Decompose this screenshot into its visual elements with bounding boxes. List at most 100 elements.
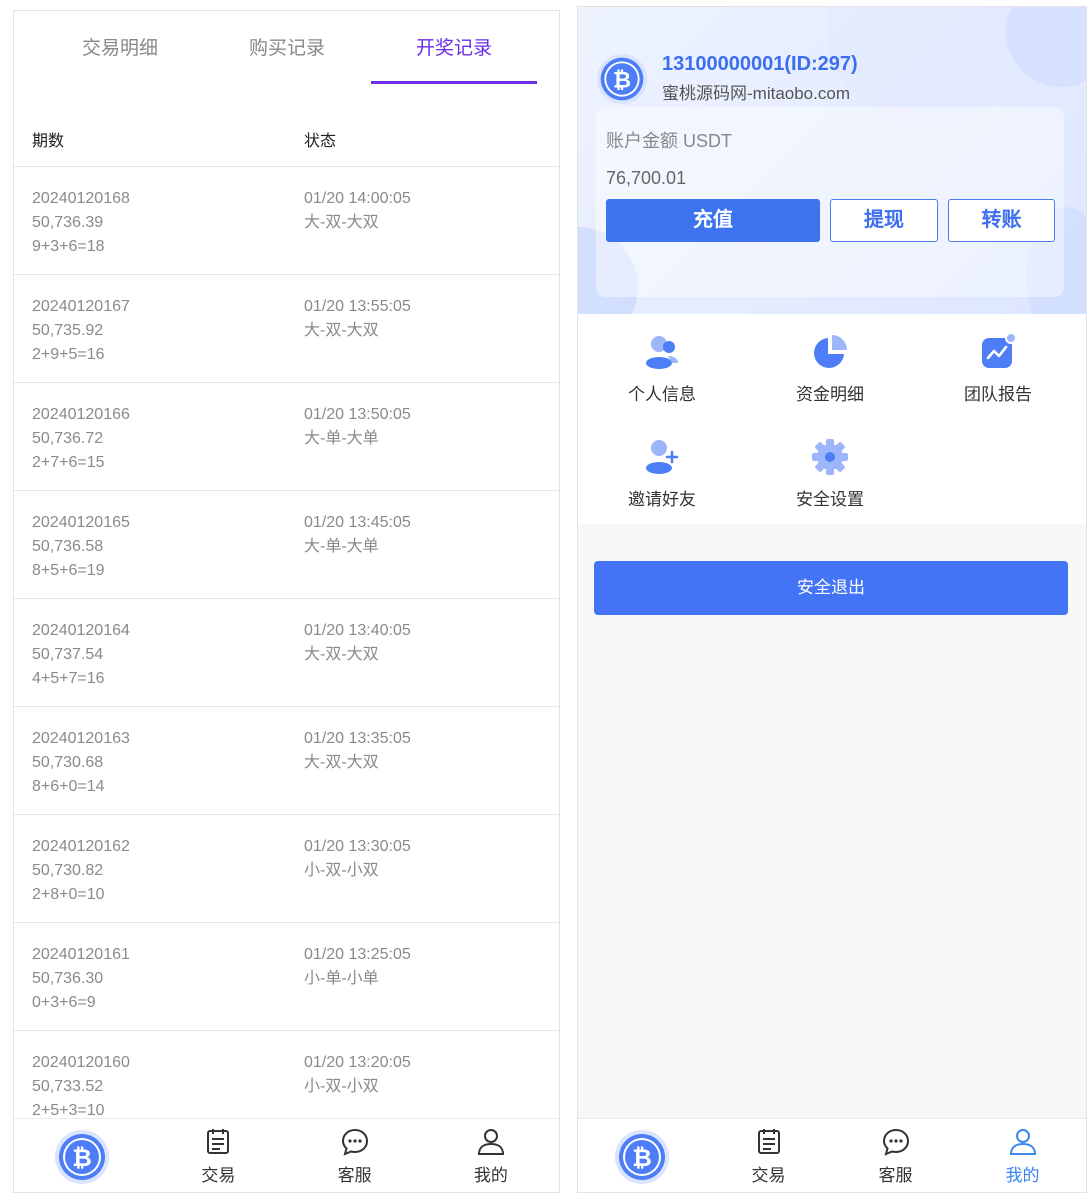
nav-trade-label: 交易: [201, 1166, 236, 1185]
draw-result: 小-双-小双: [304, 862, 379, 879]
table-row: 20240120165 50,736.58 8+5+6=19 01/20 13:45…: [14, 491, 559, 599]
period-number: 20240120162: [32, 838, 130, 855]
draw-result: 大-单-大单: [304, 430, 379, 447]
sum-formula: 2+7+6=15: [32, 454, 105, 471]
clipboard-icon: [757, 1129, 780, 1154]
period-number: 20240120163: [32, 730, 130, 747]
draw-result: 大-双-大双: [304, 322, 379, 339]
draw-result: 大-双-大双: [304, 646, 379, 663]
menu-team-report-label: 团队报告: [964, 385, 1032, 404]
nav-mine-label: 我的: [473, 1166, 508, 1185]
column-header-status: 状态: [304, 133, 337, 150]
draw-time: 01/20 13:45:05: [304, 514, 411, 531]
table-row: 20240120168 50,736.39 9+3+6=18 01/20 14:00…: [14, 167, 559, 275]
menu-security-settings-label: 安全设置: [796, 490, 864, 509]
menu-fund-details-label: 资金明细: [796, 385, 864, 404]
menu-invite-friends-label: 邀请好友: [628, 490, 696, 509]
user-site: 蜜桃源码网-mitaobo.com: [662, 84, 850, 103]
table-row: 20240120162 50,730.82 2+8+0=10 01/20 13:30…: [14, 815, 559, 923]
sum-formula: 2+8+0=10: [32, 886, 105, 903]
nav-trade[interactable]: 交易: [705, 1119, 832, 1192]
profile-panel: ₿ 13100000001(ID:297) 蜜桃源码网-mitaobo.com …: [577, 6, 1087, 1193]
draw-time: 01/20 13:20:05: [304, 1054, 411, 1071]
nav-home[interactable]: ₿: [14, 1119, 150, 1192]
draw-result: 大-单-大单: [304, 538, 379, 555]
person-icon: [477, 1129, 504, 1155]
add-user-icon: [646, 440, 679, 474]
trend-report-icon: [982, 332, 1017, 368]
transfer-button[interactable]: 转账: [948, 199, 1055, 242]
price-value: 50,736.72: [32, 430, 104, 447]
draw-result: 大-双-大双: [304, 754, 379, 771]
table-row: 20240120163 50,730.68 8+6+0=14 01/20 13:35…: [14, 707, 559, 815]
period-number: 20240120167: [32, 298, 130, 315]
draw-result: 小-单-小单: [304, 970, 379, 987]
nav-mine[interactable]: 我的: [959, 1119, 1086, 1192]
nav-service-label: 客服: [337, 1166, 372, 1185]
menu-fund-details[interactable]: 资金明细: [746, 314, 914, 414]
gear-icon: [812, 439, 848, 475]
price-value: 50,730.68: [32, 754, 104, 771]
function-menu: 个人信息 资金明细 团队报告 邀请好友 安全设置: [578, 314, 1086, 524]
tab-purchase-records[interactable]: 购买记录: [204, 33, 370, 60]
price-value: 50,736.39: [32, 214, 104, 231]
draw-time: 01/20 13:25:05: [304, 946, 411, 963]
svg-text:₿: ₿: [72, 1144, 92, 1172]
sum-formula: 2+9+5=16: [32, 346, 105, 363]
avatar: ₿: [596, 53, 648, 105]
table-row: 20240120167 50,735.92 2+9+5=16 01/20 13:55…: [14, 275, 559, 383]
bitcoin-logo-icon: ₿: [614, 1130, 669, 1184]
draw-time: 01/20 13:55:05: [304, 298, 411, 315]
bottom-nav: ₿ 交易 客服 我的: [14, 1118, 559, 1192]
nav-mine[interactable]: 我的: [423, 1119, 559, 1192]
table-row: 20240120164 50,737.54 4+5+7=16 01/20 13:40…: [14, 599, 559, 707]
draw-time: 01/20 13:35:05: [304, 730, 411, 747]
tab-transaction-details[interactable]: 交易明细: [37, 33, 203, 60]
account-balance-value: 76,700.01: [606, 168, 687, 188]
draw-result: 大-双-大双: [304, 214, 379, 231]
bitcoin-logo-icon: ₿: [55, 1130, 110, 1184]
records-list: 20240120168 50,736.39 9+3+6=18 01/20 14:00…: [14, 167, 559, 1139]
nav-mine-label: 我的: [1005, 1166, 1040, 1185]
bottom-nav: ₿ 交易 客服 我的: [578, 1118, 1086, 1192]
withdraw-button[interactable]: 提现: [830, 199, 938, 242]
menu-invite-friends[interactable]: 邀请好友: [578, 419, 746, 519]
profile-header: ₿ 13100000001(ID:297) 蜜桃源码网-mitaobo.com …: [578, 7, 1086, 314]
sum-formula: 0+3+6=9: [32, 994, 96, 1011]
user-group-icon: [646, 336, 678, 369]
nav-trade[interactable]: 交易: [150, 1119, 286, 1192]
period-number: 20240120165: [32, 514, 130, 531]
table-row: 20240120161 50,736.30 0+3+6=9 01/20 13:25:…: [14, 923, 559, 1031]
clipboard-icon: [207, 1129, 230, 1154]
draw-time: 01/20 13:40:05: [304, 622, 411, 639]
sum-formula: 8+6+0=14: [32, 778, 105, 795]
tab-bar: 交易明细 购买记录 开奖记录: [14, 11, 559, 95]
price-value: 50,730.82: [32, 862, 104, 879]
pie-chart-icon: [814, 335, 847, 368]
nav-service[interactable]: 客服: [832, 1119, 959, 1192]
draw-time: 01/20 13:30:05: [304, 838, 411, 855]
menu-personal-info[interactable]: 个人信息: [578, 314, 746, 414]
sum-formula: 4+5+7=16: [32, 670, 105, 687]
table-header: 期数 状态: [14, 111, 559, 167]
draw-result: 小-双-小双: [304, 1078, 379, 1095]
menu-security-settings[interactable]: 安全设置: [746, 419, 914, 519]
period-number: 20240120166: [32, 406, 130, 423]
draw-time: 01/20 14:00:05: [304, 190, 411, 207]
person-icon: [1009, 1129, 1036, 1155]
user-title: 13100000001(ID:297): [662, 53, 858, 75]
nav-home[interactable]: ₿: [578, 1119, 705, 1192]
svg-text:₿: ₿: [632, 1144, 652, 1172]
sum-formula: 9+3+6=18: [32, 238, 105, 255]
tab-lottery-records[interactable]: 开奖记录: [371, 33, 537, 60]
active-tab-indicator: [371, 81, 537, 84]
menu-team-report[interactable]: 团队报告: [914, 314, 1082, 414]
period-number: 20240120161: [32, 946, 130, 963]
menu-personal-info-label: 个人信息: [628, 385, 696, 404]
price-value: 50,736.30: [32, 970, 104, 987]
nav-service[interactable]: 客服: [287, 1119, 423, 1192]
recharge-button[interactable]: 充值: [606, 199, 820, 242]
logout-button[interactable]: 安全退出: [594, 561, 1068, 615]
price-value: 50,735.92: [32, 322, 104, 339]
draw-time: 01/20 13:50:05: [304, 406, 411, 423]
